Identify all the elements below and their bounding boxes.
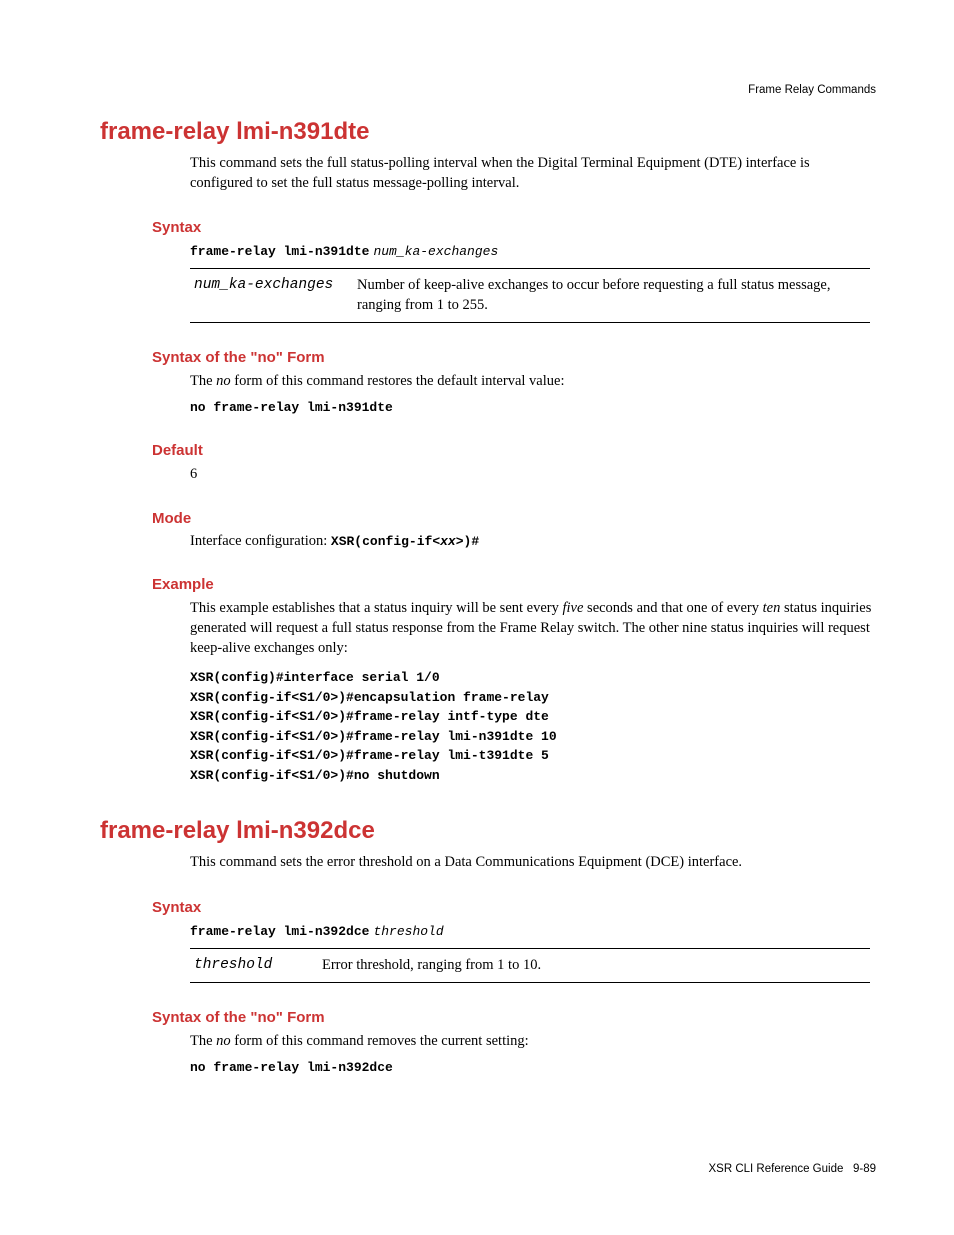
- syntax-heading: Syntax: [152, 219, 876, 236]
- syntax-command: frame-relay lmi-n392dce: [190, 924, 369, 939]
- no-command-line: no frame-relay lmi-n391dte: [190, 398, 876, 416]
- command-description: This command sets the full status-pollin…: [190, 154, 876, 193]
- page: Frame Relay Commands frame-relay lmi-n39…: [0, 0, 954, 1235]
- no-command-line: no frame-relay lmi-n392dce: [190, 1058, 876, 1076]
- no-form-text: The no form of this command restores the…: [190, 372, 876, 392]
- param-name: num_ka-exchanges: [190, 269, 353, 323]
- table-row: threshold Error threshold, ranging from …: [190, 948, 870, 983]
- command-description: This command sets the error threshold on…: [190, 853, 876, 873]
- syntax-line: frame-relay lmi-n391dte num_ka-exchanges: [190, 242, 876, 260]
- mode-code: >)#: [456, 534, 479, 549]
- table-row: num_ka-exchanges Number of keep-alive ex…: [190, 269, 870, 323]
- command-title: frame-relay lmi-n392dce: [100, 817, 876, 845]
- example-code-block: XSR(config)#interface serial 1/0 XSR(con…: [190, 668, 876, 785]
- mode-line: Interface configuration: XSR(config-if<x…: [190, 533, 876, 550]
- text: The: [190, 1033, 216, 1049]
- mode-code-var: xx: [440, 534, 456, 549]
- param-desc: Error threshold, ranging from 1 to 10.: [318, 948, 870, 983]
- no-command: no frame-relay lmi-n392dce: [190, 1060, 393, 1075]
- syntax-argument: num_ka-exchanges: [373, 244, 498, 259]
- emph: five: [562, 600, 583, 616]
- syntax-no-heading: Syntax of the "no" Form: [152, 1009, 876, 1026]
- parameter-table: threshold Error threshold, ranging from …: [190, 948, 870, 984]
- no-word: no: [216, 1033, 231, 1049]
- syntax-command: frame-relay lmi-n391dte: [190, 244, 369, 259]
- param-desc: Number of keep-alive exchanges to occur …: [353, 269, 870, 323]
- param-name: threshold: [190, 948, 318, 983]
- example-heading: Example: [152, 576, 876, 593]
- default-value: 6: [190, 465, 876, 485]
- mode-code: XSR(config-if<: [331, 534, 440, 549]
- example-text: This example establishes that a status i…: [190, 599, 876, 658]
- syntax-argument: threshold: [373, 924, 443, 939]
- parameter-table: num_ka-exchanges Number of keep-alive ex…: [190, 268, 870, 323]
- syntax-heading: Syntax: [152, 899, 876, 916]
- footer-book: XSR CLI Reference Guide: [709, 1163, 844, 1175]
- no-command: no frame-relay lmi-n391dte: [190, 400, 393, 415]
- emph: ten: [763, 600, 781, 616]
- syntax-line: frame-relay lmi-n392dce threshold: [190, 922, 876, 940]
- no-word: no: [216, 373, 231, 389]
- text: This example establishes that a status i…: [190, 600, 562, 616]
- footer-page: 9-89: [853, 1163, 876, 1175]
- syntax-no-heading: Syntax of the "no" Form: [152, 349, 876, 366]
- text: The: [190, 373, 216, 389]
- default-heading: Default: [152, 442, 876, 459]
- text: seconds and that one of every: [583, 600, 762, 616]
- text: form of this command restores the defaul…: [231, 373, 565, 389]
- mode-heading: Mode: [152, 510, 876, 527]
- no-form-text: The no form of this command removes the …: [190, 1032, 876, 1052]
- page-footer: XSR CLI Reference Guide 9-89: [709, 1163, 877, 1175]
- text: form of this command removes the current…: [231, 1033, 529, 1049]
- running-header: Frame Relay Commands: [748, 84, 876, 96]
- mode-prefix: Interface configuration:: [190, 533, 331, 549]
- command-title: frame-relay lmi-n391dte: [100, 118, 876, 146]
